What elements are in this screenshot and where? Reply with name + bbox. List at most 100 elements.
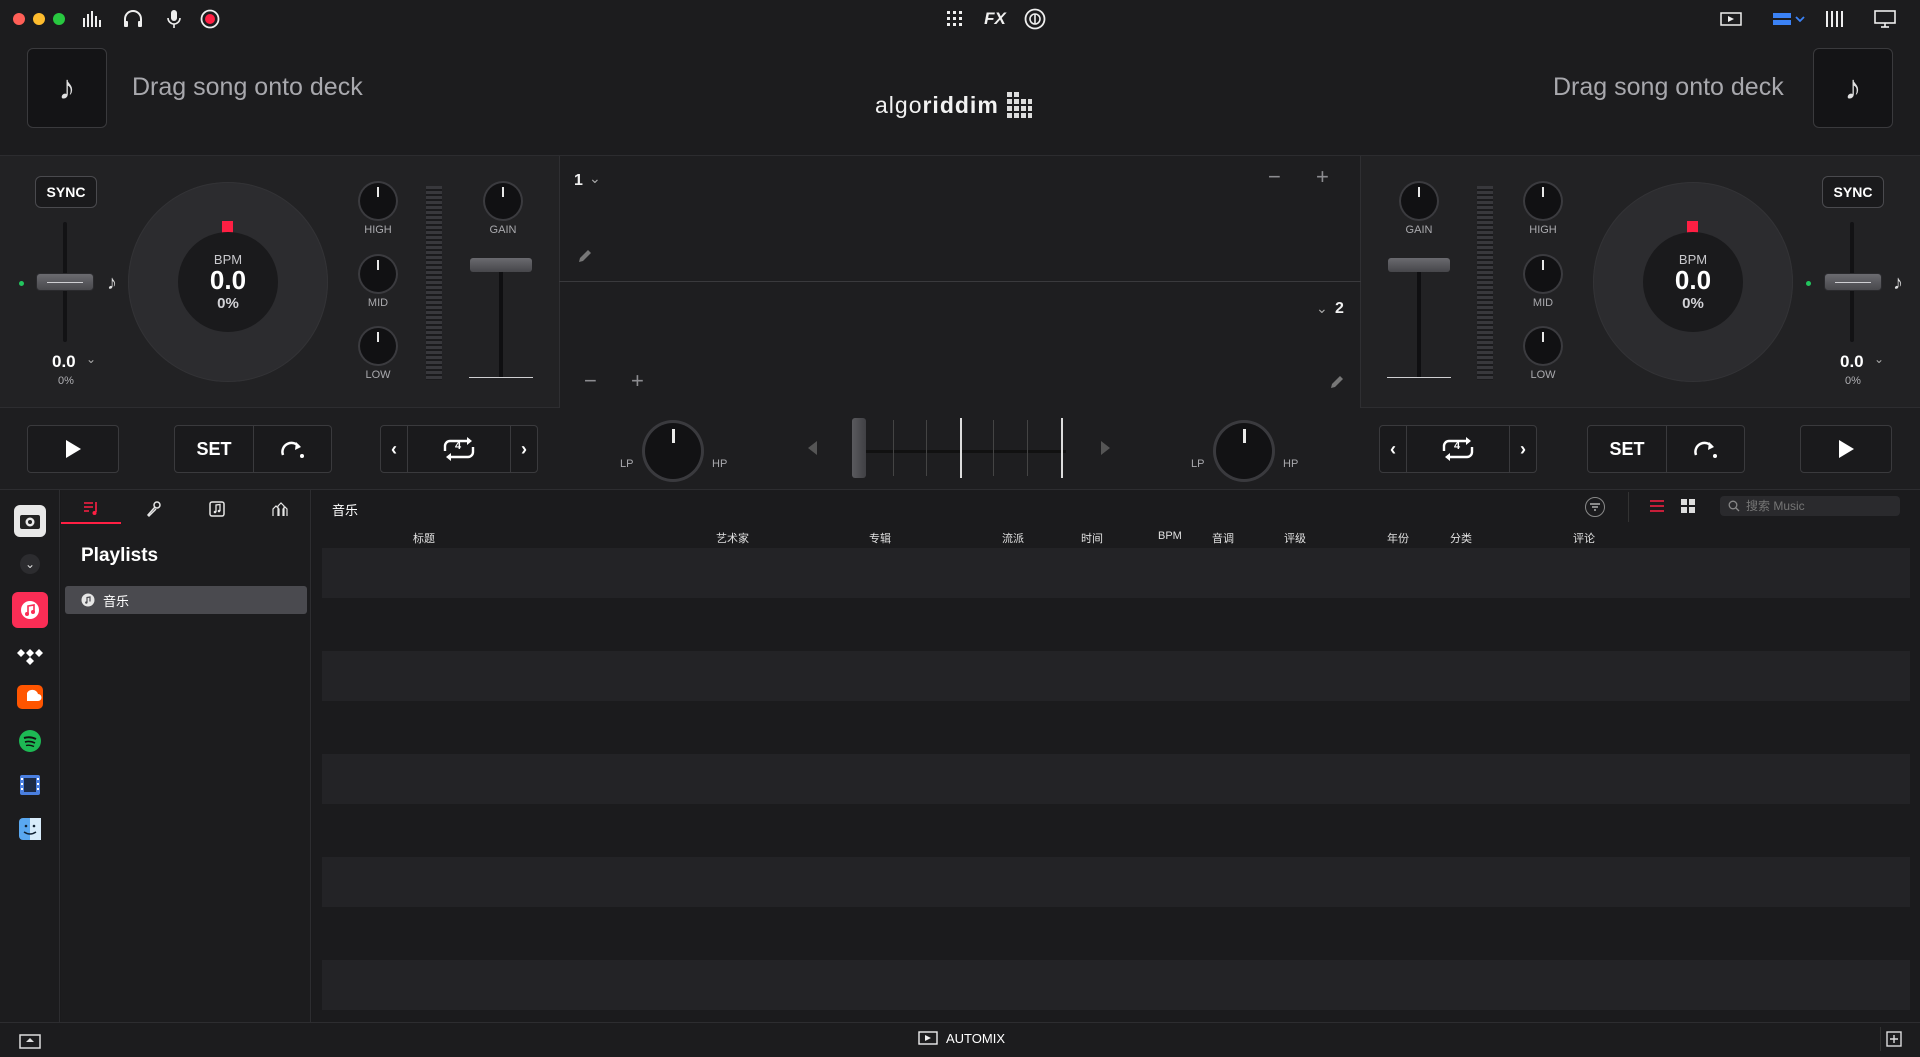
tab-artists[interactable] <box>124 494 184 524</box>
audio-levels-icon[interactable] <box>80 8 104 30</box>
grid-menu-icon[interactable] <box>943 8 967 30</box>
left-loop-increase-button[interactable]: › <box>510 425 538 473</box>
column-header[interactable]: 分类 <box>1450 530 1472 546</box>
spotify-icon[interactable] <box>14 725 46 757</box>
deck2-zoom-out-button[interactable]: − <box>584 368 597 394</box>
sampler-icon[interactable] <box>1023 8 1047 30</box>
deck2-zoom-in-button[interactable]: + <box>631 368 644 394</box>
crossfader-left-arrow-icon[interactable] <box>806 440 818 456</box>
left-eq-low-knob[interactable] <box>360 328 396 364</box>
left-loop-button[interactable]: 4 <box>407 425 511 473</box>
source-expand-chevron-icon[interactable]: ⌄ <box>20 554 40 574</box>
tab-albums[interactable] <box>187 494 247 524</box>
right-play-button[interactable] <box>1800 425 1892 473</box>
left-eq-high-knob[interactable] <box>360 183 396 219</box>
right-gain-label: GAIN <box>1405 224 1433 236</box>
column-header[interactable]: 流派 <box>1002 530 1024 546</box>
eject-to-deck-icon[interactable] <box>18 1031 42 1049</box>
right-set-cue-button[interactable]: SET <box>1587 425 1667 473</box>
window-minimize-button[interactable] <box>33 13 45 25</box>
mixer-view-icon[interactable] <box>1823 8 1847 30</box>
video-library-icon[interactable] <box>14 769 46 801</box>
column-header[interactable]: 评级 <box>1284 530 1306 546</box>
playlist-item-music[interactable]: 音乐 <box>65 586 307 614</box>
right-eq-mid-knob[interactable] <box>1525 256 1561 292</box>
right-loop-button[interactable]: 4 <box>1406 425 1510 473</box>
list-view-icon[interactable] <box>1650 500 1664 512</box>
right-keylock-icon[interactable]: ♪ <box>1893 272 1903 295</box>
right-filter-knob[interactable] <box>1216 423 1272 479</box>
right-gain-knob[interactable] <box>1401 183 1437 219</box>
tab-genres[interactable] <box>250 494 310 524</box>
crossfader-handle[interactable] <box>852 418 866 478</box>
left-gain-knob[interactable] <box>485 183 521 219</box>
add-to-queue-icon[interactable] <box>1880 1027 1906 1051</box>
left-channel-fader[interactable] <box>470 258 532 272</box>
search-box[interactable] <box>1720 496 1900 516</box>
left-sync-indicator <box>19 281 24 286</box>
deck1-chevron-down-icon[interactable]: ⌄ <box>589 170 601 187</box>
left-platter[interactable]: BPM 0.0 0% <box>128 182 328 382</box>
automix-button[interactable]: AUTOMIX <box>918 1030 1005 1046</box>
window-zoom-button[interactable] <box>53 13 65 25</box>
right-platter[interactable]: BPM 0.0 0% <box>1593 182 1793 382</box>
left-loop-count: 4 <box>455 440 462 452</box>
left-eq-mid-knob[interactable] <box>360 256 396 292</box>
right-loop-decrease-button[interactable]: ‹ <box>1379 425 1407 473</box>
column-header[interactable]: 时间 <box>1081 530 1103 546</box>
column-header[interactable]: 音调 <box>1212 530 1234 546</box>
right-cue-jump-button[interactable] <box>1666 425 1745 473</box>
search-input[interactable] <box>1746 499 1896 513</box>
deck2-chevron-down-icon[interactable]: ⌄ <box>1316 300 1328 317</box>
left-pitch-fader[interactable] <box>36 273 94 291</box>
fx-button[interactable]: FX <box>982 8 1008 30</box>
finder-icon[interactable] <box>14 813 46 845</box>
apple-music-icon[interactable] <box>12 592 48 628</box>
logo-bold-text: riddim <box>922 91 999 118</box>
grid-view-icon[interactable] <box>1681 499 1695 513</box>
soundcloud-icon[interactable] <box>14 681 46 713</box>
library-camera-icon[interactable] <box>14 505 46 537</box>
left-keylock-icon[interactable]: ♪ <box>107 272 117 295</box>
left-filter-knob[interactable] <box>645 423 701 479</box>
column-header[interactable]: 标题 <box>413 530 435 546</box>
left-set-cue-button[interactable]: SET <box>174 425 254 473</box>
left-pitch-value: 0.0 <box>52 352 76 371</box>
deck1-zoom-in-button[interactable]: + <box>1316 164 1329 190</box>
tab-playlists[interactable] <box>61 494 121 524</box>
right-pitch-range-chevron-icon[interactable]: ⌄ <box>1874 352 1884 366</box>
headphones-icon[interactable] <box>121 8 145 30</box>
crossfader-right-arrow-icon[interactable] <box>1100 440 1112 456</box>
filter-icon[interactable] <box>1585 497 1605 517</box>
deck1-zoom-out-button[interactable]: − <box>1268 164 1281 190</box>
right-eq-high-knob[interactable] <box>1525 183 1561 219</box>
external-display-icon[interactable] <box>1873 8 1897 30</box>
deck2-edit-pencil-icon[interactable] <box>1328 373 1346 391</box>
right-pitch-fader[interactable] <box>1824 273 1882 291</box>
left-pitch-range-chevron-icon[interactable]: ⌄ <box>86 352 96 366</box>
right-loop-increase-button[interactable]: › <box>1509 425 1537 473</box>
left-cue-jump-button[interactable] <box>253 425 332 473</box>
column-header[interactable]: 专辑 <box>869 530 891 546</box>
left-play-button[interactable] <box>27 425 119 473</box>
video-mode-icon[interactable] <box>1718 8 1744 30</box>
column-header[interactable]: 年份 <box>1387 530 1409 546</box>
left-deck-artwork-drop[interactable]: ♪ <box>27 48 107 128</box>
right-channel-fader[interactable] <box>1388 258 1450 272</box>
left-loop-decrease-button[interactable]: ‹ <box>380 425 408 473</box>
microphone-icon[interactable] <box>162 8 186 30</box>
right-sync-button[interactable]: SYNC <box>1822 176 1884 208</box>
record-button[interactable] <box>198 8 222 30</box>
deck1-edit-pencil-icon[interactable] <box>576 247 594 265</box>
tidal-icon[interactable] <box>14 640 46 672</box>
right-eq-low-knob[interactable] <box>1525 328 1561 364</box>
column-header[interactable]: BPM <box>1158 530 1182 542</box>
window-close-button[interactable] <box>13 13 25 25</box>
column-header[interactable]: 艺术家 <box>716 530 749 546</box>
column-header[interactable]: 评论 <box>1573 530 1595 546</box>
layout-toggle-icon[interactable] <box>1772 8 1808 30</box>
right-pitch-percent: 0% <box>1845 375 1861 387</box>
left-sync-button[interactable]: SYNC <box>35 176 97 208</box>
left-gain-label: GAIN <box>489 224 517 236</box>
right-deck-artwork-drop[interactable]: ♪ <box>1813 48 1893 128</box>
